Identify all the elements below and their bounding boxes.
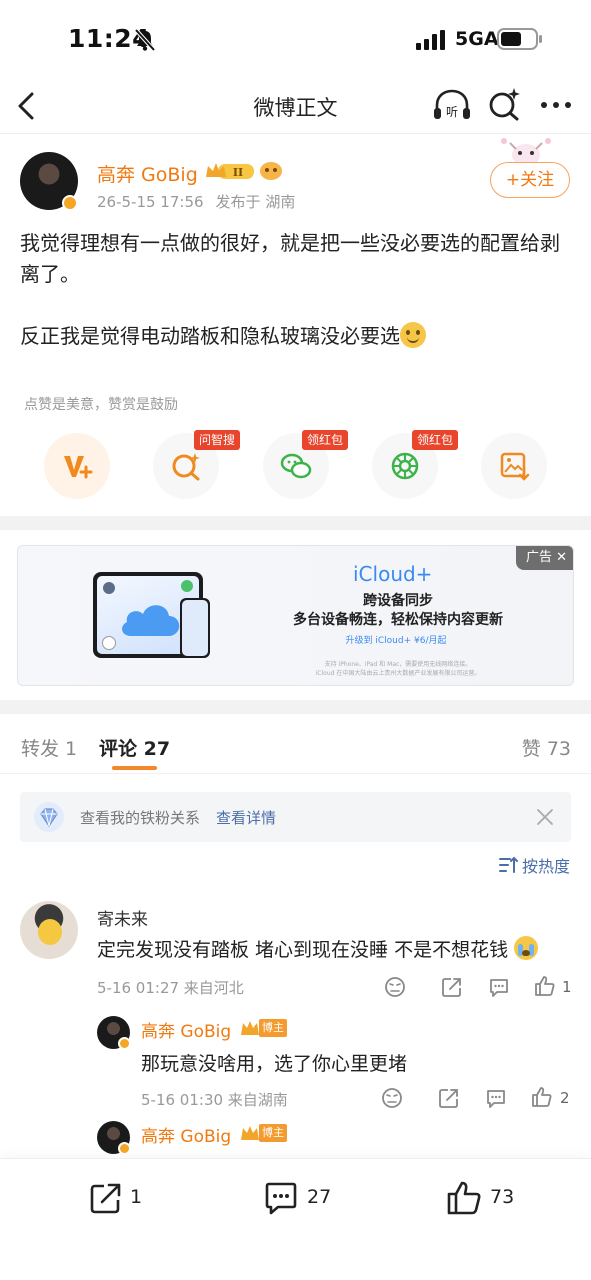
- save-image-icon: [500, 452, 530, 481]
- bottom-action-bar: 1 27 73: [0, 1158, 591, 1280]
- ad-cta[interactable]: 升级到 iCloud+ ¥6/月起: [336, 633, 456, 646]
- commenter-avatar[interactable]: [20, 901, 78, 959]
- more-icon[interactable]: [538, 90, 574, 120]
- like-icon[interactable]: [446, 1180, 482, 1216]
- ad-label-close[interactable]: 广告 ✕: [515, 546, 573, 570]
- section-divider: [0, 700, 591, 714]
- crown-level-badge-icon: II: [206, 163, 254, 179]
- author-name[interactable]: 高奔 GoBig: [97, 160, 198, 187]
- tab-likes[interactable]: 赞 73: [522, 734, 571, 761]
- commenter-name[interactable]: 寄未来: [97, 905, 148, 930]
- nav-bar: 微博正文 听: [0, 80, 591, 134]
- like-count: 1: [562, 978, 572, 996]
- author-tag: 博主: [259, 1019, 287, 1037]
- repost-icon[interactable]: [88, 1180, 124, 1216]
- ad-fine-print: 支持 iPhone、iPad 和 Mac，需要使用无线网络连接。 iCloud …: [268, 660, 528, 678]
- wechat-red-packet-tag: 领红包: [302, 430, 349, 450]
- dislike-face-icon[interactable]: [381, 1087, 403, 1109]
- sort-icon[interactable]: [499, 856, 519, 874]
- author-tag: 博主: [259, 1124, 287, 1142]
- svg-text:II: II: [233, 166, 243, 179]
- like-count: 2: [560, 1089, 570, 1107]
- network-type: 5GA: [455, 28, 499, 50]
- ask-search-tag: 问智搜: [194, 430, 241, 450]
- reply-text: 那玩意没啥用，选了你心里更堵: [141, 1053, 408, 1075]
- verified-badge-icon: [62, 195, 78, 211]
- ad-headline: 跨设备同步: [363, 593, 433, 609]
- comment-text-content: 定完发现没有踏板 堵心到现在没睡 不是不想花钱: [97, 939, 509, 961]
- moments-icon: [391, 452, 419, 480]
- ad-iphone-image: [180, 598, 210, 658]
- crown-icon: [241, 1021, 259, 1035]
- post-paragraph-1: 我觉得理想有一点做的很好，就是把一些没必要选的配置给剥离了。: [20, 231, 560, 286]
- fan-relation-banner[interactable]: 查看我的铁粉关系 查看详情: [20, 792, 571, 842]
- diamond-icon: [34, 802, 64, 832]
- post-body: 我觉得理想有一点做的很好，就是把一些没必要选的配置给剥离了。 反正我是觉得电动踏…: [20, 228, 575, 352]
- comment-count: 27: [307, 1186, 332, 1208]
- share-icon[interactable]: [438, 1087, 460, 1109]
- comment-icon[interactable]: [488, 976, 510, 998]
- tab-reposts[interactable]: 转发 1: [21, 734, 77, 761]
- sort-by-hot[interactable]: 按热度: [522, 853, 570, 877]
- reply-author-name[interactable]: 高奔 GoBig: [141, 1017, 231, 1042]
- crown-icon: [241, 1126, 259, 1140]
- like-icon[interactable]: [534, 975, 556, 997]
- post-location: 发布于 湖南: [215, 193, 296, 211]
- verified-badge-icon: [118, 1037, 131, 1050]
- comment-icon[interactable]: [485, 1087, 507, 1109]
- fan-detail-link[interactable]: 查看详情: [216, 807, 276, 828]
- ad-fine-print-line: 支持 iPhone、iPad 和 Mac，需要使用无线网络连接。: [324, 661, 472, 668]
- share-icon[interactable]: [441, 976, 463, 998]
- detail-tabs: 转发 1 评论 27 赞 73: [0, 716, 591, 774]
- status-bar: 11:24 5GA: [0, 0, 591, 80]
- ad-card[interactable]: 广告 ✕ iCloud+ 跨设备同步 多台设备畅连，轻松保持内容更新 升级到 i…: [17, 545, 574, 686]
- ask-search-icon: [172, 453, 200, 481]
- reply-author-name[interactable]: 高奔 GoBig: [141, 1122, 231, 1147]
- post-meta: 26-5-15 17:56 发布于 湖南: [97, 191, 307, 212]
- listen-icon[interactable]: 听: [432, 88, 472, 122]
- fan-badge-icon: [260, 162, 282, 180]
- ai-search-icon[interactable]: [486, 86, 522, 122]
- battery-icon: [497, 28, 542, 50]
- post-paragraph-2: 反正我是觉得电动踏板和隐私玻璃没必要选: [20, 324, 400, 348]
- reward-button[interactable]: [44, 433, 110, 499]
- dislike-face-icon[interactable]: [384, 976, 406, 998]
- reward-hint: 点赞是美意，赞赏是鼓励: [24, 397, 178, 413]
- smile-emoji-icon: [400, 322, 426, 348]
- ad-brand: iCloud+: [353, 562, 433, 586]
- comment-text: 定完发现没有踏板 堵心到现在没睡 不是不想花钱: [97, 935, 539, 962]
- svg-text:听: 听: [446, 105, 458, 119]
- repost-count: 1: [130, 1186, 143, 1208]
- follow-button[interactable]: +关注: [490, 162, 570, 198]
- crying-emoji-icon: [514, 936, 539, 960]
- reply-meta: 5-16 01:30 来自湖南: [141, 1091, 288, 1109]
- ad-subline: 多台设备畅连，轻松保持内容更新: [293, 612, 503, 628]
- tab-comments[interactable]: 评论 27: [99, 734, 170, 761]
- moments-red-packet-tag: 领红包: [412, 430, 459, 450]
- comment-meta: 5-16 01:27 来自河北: [97, 979, 244, 997]
- post-date: 26-5-15 17:56: [97, 193, 204, 211]
- verified-badge-icon: [118, 1142, 131, 1155]
- signal-icon: [416, 30, 445, 50]
- fan-relation-text: 查看我的铁粉关系: [80, 809, 201, 827]
- comment-icon[interactable]: [263, 1180, 299, 1216]
- section-divider: [0, 516, 591, 530]
- bell-muted-icon: [134, 28, 156, 52]
- active-tab-indicator: [112, 766, 157, 770]
- ad-fine-print-line: iCloud 在中国大陆由云上贵州大数据产业发展有限公司运营。: [315, 670, 481, 677]
- like-icon[interactable]: [531, 1086, 553, 1108]
- like-count: 73: [490, 1186, 515, 1208]
- reward-v-icon: [64, 456, 93, 479]
- save-image-button[interactable]: [481, 433, 547, 499]
- cloud-icon: [122, 605, 180, 636]
- wechat-icon: [280, 453, 312, 479]
- close-icon[interactable]: [535, 807, 555, 827]
